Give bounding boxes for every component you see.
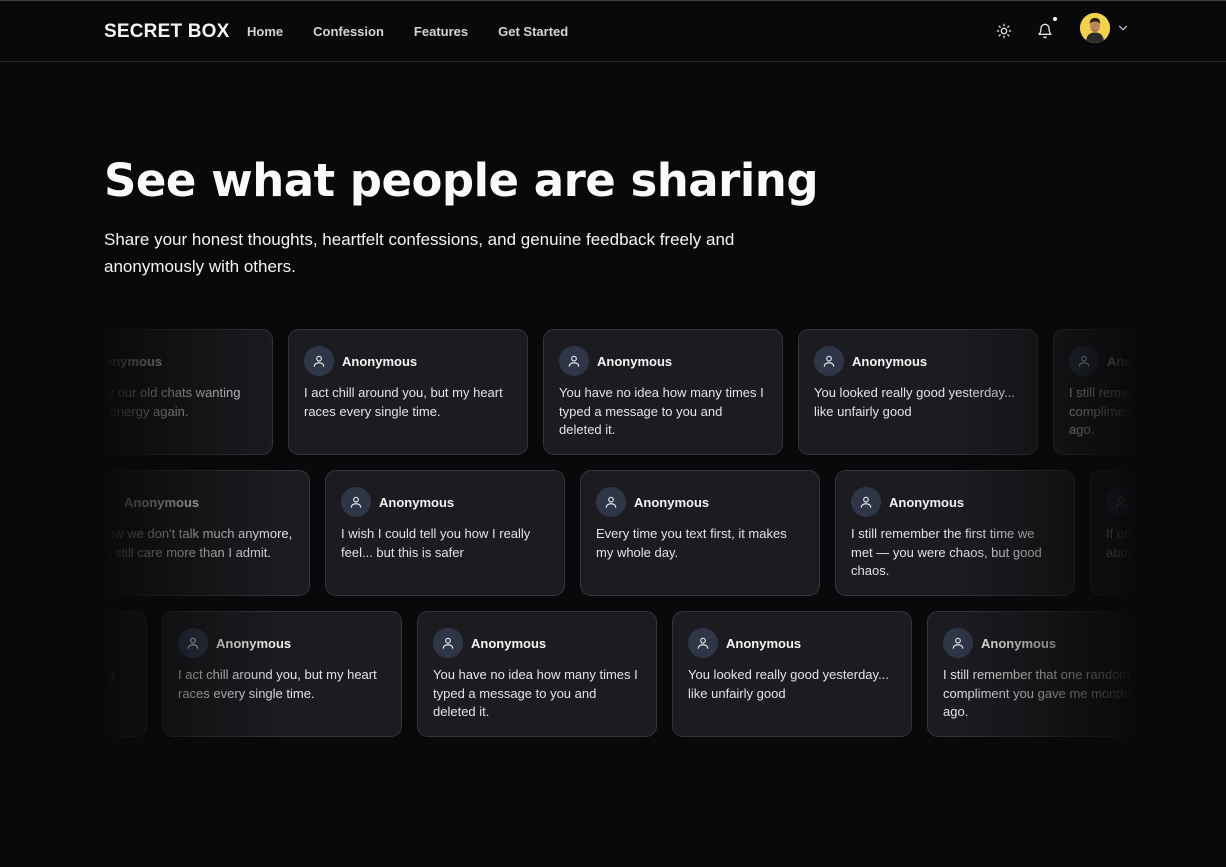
bell-icon: [1038, 23, 1052, 39]
card-header: Anonymous: [104, 487, 294, 517]
theme-toggle-button[interactable]: [990, 17, 1018, 45]
hero-subtitle: Share your honest thoughts, heartfelt co…: [104, 230, 735, 276]
user-icon: [688, 628, 718, 658]
card-header: Anonymous: [1069, 346, 1134, 376]
confession-card: Anonymous You looked really good yesterda…: [798, 329, 1038, 455]
card-header: Anonymous: [104, 628, 131, 658]
card-header: Anonymous: [104, 346, 257, 376]
user-icon: [304, 346, 334, 376]
card-message: You looked really good yesterday... like…: [814, 385, 1015, 419]
profile-menu-button[interactable]: [1116, 21, 1130, 35]
confession-card: Anonymous I still remember the first time…: [835, 470, 1075, 596]
card-message: You looked really good yesterday... like…: [688, 667, 889, 701]
card-author: Anonymous: [852, 353, 928, 369]
confession-card: Anonymous You looked really good yesterda…: [672, 611, 912, 737]
card-message: You have no idea how many times I typed …: [559, 385, 764, 437]
confession-row-3: Anonymous I still replay our old chats wa…: [104, 611, 1134, 737]
card-message: You have no idea how many times I typed …: [433, 667, 638, 719]
card-author: Anonymous: [216, 635, 292, 651]
card-header: Anonymous: [596, 487, 804, 517]
card-message: I still remember the first time we met —…: [851, 526, 1042, 578]
confession-card: Anonymous You have no idea how many times…: [543, 329, 783, 455]
card-message: I still replay our old chats wanting tha…: [104, 667, 115, 682]
confession-card: Anonymous I still replay our old chats wa…: [104, 329, 273, 455]
card-header: Anonymous: [814, 346, 1022, 376]
card-message: I act chill around you, but my heart rac…: [304, 385, 503, 419]
user-icon: [178, 628, 208, 658]
nav-link-confession[interactable]: Confession: [313, 24, 384, 39]
confession-row-2: Anonymous I know we don't talk much anymo…: [104, 470, 1134, 596]
confession-card: Anonymous I still remember that one rando…: [927, 611, 1134, 737]
card-header: Anonymous: [433, 628, 641, 658]
user-icon: [943, 628, 973, 658]
card-header: Anonymous: [304, 346, 512, 376]
confession-card: Anonymous I still remember that one rando…: [1053, 329, 1134, 455]
card-author: Anonymous: [634, 494, 710, 510]
user-icon: [559, 346, 589, 376]
card-header: Anonymous: [851, 487, 1059, 517]
card-header: Anonymous: [943, 628, 1134, 658]
card-author: Anonymous: [471, 635, 547, 651]
header-actions: [966, 1, 1226, 62]
user-icon: [1069, 346, 1099, 376]
confession-card: Anonymous I act chill around you, but my …: [288, 329, 528, 455]
user-icon: [341, 487, 371, 517]
notification-dot: [1053, 17, 1057, 21]
card-message: I wish I could tell you how I really fee…: [341, 526, 531, 560]
brand-logo[interactable]: SECRET BOX: [104, 21, 230, 43]
card-author: Anonymous: [124, 494, 200, 510]
confession-card: Anonymous I act chill around you, but my …: [162, 611, 402, 737]
confession-card: Anonymous If only you knew how often I th…: [1090, 470, 1134, 596]
card-author: Anonymous: [379, 494, 455, 510]
navbar: SECRET BOX Home Confession Features Get …: [0, 1, 1226, 62]
user-icon: [433, 628, 463, 658]
user-icon: [814, 346, 844, 376]
confession-row-1: Anonymous I still replay our old chats wa…: [104, 329, 1134, 455]
card-header: Anonymous: [1106, 487, 1134, 517]
card-message: I act chill around you, but my heart rac…: [178, 667, 377, 701]
nav-links: Home Confession Features Get Started: [247, 24, 598, 39]
hero-title: See what people are sharing: [104, 154, 819, 207]
notifications-button[interactable]: [1031, 17, 1059, 45]
card-header: Anonymous: [688, 628, 896, 658]
confession-card: Anonymous I wish I could tell you how I r…: [325, 470, 565, 596]
user-icon: [104, 487, 116, 517]
user-icon: [596, 487, 626, 517]
card-header: Anonymous: [559, 346, 767, 376]
user-photo-icon: [1080, 13, 1110, 43]
card-header: Anonymous: [341, 487, 549, 517]
card-author: Anonymous: [597, 353, 673, 369]
card-author: Anonymous: [104, 353, 163, 369]
nav-link-features[interactable]: Features: [414, 24, 468, 39]
card-message: I know we don't talk much anymore, but I…: [104, 526, 293, 560]
sun-icon: [996, 23, 1012, 39]
chevron-down-icon: [1118, 25, 1128, 31]
card-message: Every time you text first, it makes my w…: [596, 526, 787, 560]
card-message: If only you knew how often I think about…: [1106, 526, 1134, 560]
card-message: I still remember that one random complim…: [943, 667, 1134, 719]
avatar[interactable]: [1080, 13, 1110, 43]
card-author: Anonymous: [342, 353, 418, 369]
card-message: I still replay our old chats wanting tha…: [104, 385, 241, 419]
card-author: Anonymous: [889, 494, 965, 510]
confession-card: Anonymous You have no idea how many times…: [417, 611, 657, 737]
confession-card: Anonymous I still replay our old chats wa…: [104, 611, 147, 737]
confession-card: Anonymous I know we don't talk much anymo…: [104, 470, 310, 596]
confession-card: Anonymous Every time you text first, it m…: [580, 470, 820, 596]
card-author: Anonymous: [726, 635, 802, 651]
nav-link-home[interactable]: Home: [247, 24, 283, 39]
card-author: Anonymous: [1107, 353, 1134, 369]
user-icon: [1106, 487, 1134, 517]
user-icon: [851, 487, 881, 517]
nav-link-get-started[interactable]: Get Started: [498, 24, 568, 39]
card-message: I still remember that one random complim…: [1069, 385, 1134, 437]
card-author: Anonymous: [981, 635, 1057, 651]
card-header: Anonymous: [178, 628, 386, 658]
